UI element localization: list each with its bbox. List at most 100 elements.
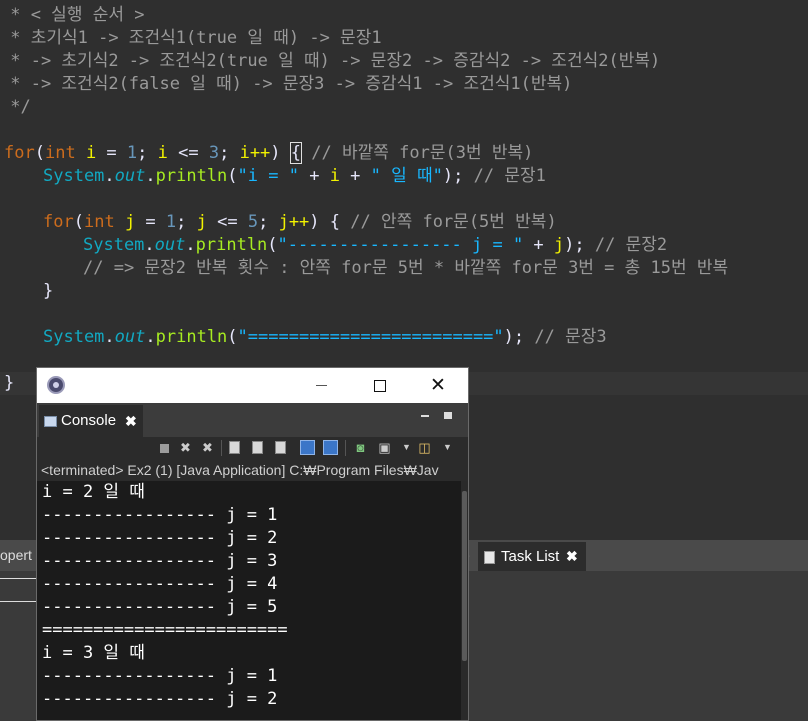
inline-comment: // 바깥쪽 for문(3번 반복): [301, 143, 534, 163]
plus-op: +: [523, 235, 554, 255]
paren: );: [564, 235, 585, 255]
tab-properties[interactable]: opert: [0, 540, 40, 571]
eclipse-app-icon: [47, 376, 65, 394]
display-console-icon[interactable]: ▣: [377, 440, 392, 455]
chevron-down-icon[interactable]: ▼: [440, 440, 455, 455]
scroll-lock-icon[interactable]: [252, 441, 263, 454]
inline-comment: // 문장3: [524, 327, 607, 347]
clear-console-icon[interactable]: [229, 441, 240, 454]
toolbar-separator: [345, 440, 346, 456]
output-line: ----------------- j = 1: [42, 505, 278, 525]
class-name: System: [83, 235, 145, 255]
assign-op: =: [135, 212, 166, 232]
close-icon[interactable]: ✖: [125, 405, 137, 437]
maximize-button[interactable]: [357, 368, 403, 403]
var-j: j: [196, 212, 207, 232]
number: 5: [247, 212, 259, 232]
class-name: System: [43, 327, 105, 347]
string-literal: "i = ": [237, 166, 299, 186]
tab-task-list[interactable]: Task List ✖: [478, 542, 586, 571]
output-line: ----------------- j = 5: [42, 597, 278, 617]
close-window-button[interactable]: ✕: [415, 368, 461, 403]
dot: .: [185, 235, 196, 255]
vertical-scrollbar[interactable]: [461, 481, 468, 720]
field-out: out: [114, 166, 146, 186]
remove-launch-icon[interactable]: ✖: [178, 440, 193, 455]
keyword-int: int: [83, 212, 115, 232]
close-icon[interactable]: ✖: [566, 542, 578, 571]
console-toolbar: ✖ ✖ ◙ ▣ ▼ ◫ ▼: [37, 437, 468, 459]
increment: j++: [278, 212, 310, 232]
terminate-icon[interactable]: [160, 444, 169, 453]
paren: (: [34, 143, 45, 163]
dot: .: [104, 327, 115, 347]
view-maximize-icon[interactable]: [444, 412, 452, 419]
increment: i++: [239, 143, 271, 163]
keyword-int: int: [44, 143, 76, 163]
paren: (: [73, 212, 84, 232]
divider: [0, 578, 38, 579]
console-window: ✕ Console ✖ ✖ ✖ ◙ ▣ ▼ ◫ ▼ <terminated> E…: [36, 367, 469, 721]
code-line-stmt2: System.out.println("----------------- j …: [83, 234, 667, 257]
comment-line: // => 문장2 반복 횟수 : 안쪽 for문 5번 * 바깥쪽 for문 …: [83, 258, 729, 278]
output-line: ========================: [42, 620, 288, 640]
semicolon: ;: [219, 143, 240, 163]
assign-op: =: [96, 143, 127, 163]
output-line: i = 3 일 때: [42, 643, 145, 663]
toolbar-separator: [221, 440, 222, 456]
dot: .: [145, 327, 156, 347]
number: 1: [165, 212, 177, 232]
show-on-stdout-icon[interactable]: [300, 440, 315, 455]
minimize-icon: [315, 385, 327, 387]
method-println: println: [195, 235, 268, 255]
tab-console[interactable]: Console ✖: [39, 405, 143, 437]
method-println: println: [155, 327, 228, 347]
view-tabrow: Console ✖: [37, 403, 468, 437]
maximize-icon: [374, 379, 386, 392]
closing-brace: }: [43, 281, 54, 301]
number: 3: [208, 143, 220, 163]
minimize-button[interactable]: [298, 368, 344, 403]
paren: (: [227, 327, 238, 347]
string-literal: "========================": [237, 327, 504, 347]
number: 1: [126, 143, 138, 163]
paren: (: [267, 235, 278, 255]
window-titlebar[interactable]: ✕: [37, 368, 468, 403]
inline-comment: // 안쪽 for문(5번 반복): [340, 212, 557, 232]
comment-line: */: [0, 97, 31, 117]
console-output[interactable]: i = 2 일 때 ----------------- j = 1 ------…: [37, 481, 462, 720]
output-line: ----------------- j = 4: [42, 574, 278, 594]
output-line: i = 2 일 때: [42, 482, 145, 502]
plus-op: +: [298, 166, 330, 186]
comment-line: * -> 초기식2 -> 조건식2(true 일 때) -> 문장2 -> 증감…: [0, 51, 661, 71]
paren: );: [442, 166, 464, 186]
keyword-for: for: [4, 143, 35, 163]
string-literal: " 일 때": [370, 166, 443, 186]
comment-line: * -> 조건식2(false 일 때) -> 문장3 -> 증감식1 -> 조…: [0, 74, 573, 94]
code-line-stmt1: System.out.println("i = " + i + " 일 때");…: [43, 165, 546, 188]
tab-label: Task List: [501, 548, 560, 565]
inline-comment: // 문장1: [463, 166, 546, 186]
chevron-down-icon[interactable]: ▼: [399, 440, 414, 455]
pin-console-icon[interactable]: ◙: [353, 440, 368, 455]
code-line-outer-for: for(int i = 1; i <= 3; i++) { // 바깥쪽 for…: [4, 142, 533, 165]
var-i: i: [85, 143, 97, 163]
field-out: out: [114, 327, 146, 347]
plus-op: +: [339, 166, 371, 186]
word-wrap-icon[interactable]: [275, 441, 286, 454]
output-line: ----------------- j = 3: [42, 551, 278, 571]
view-minimize-icon[interactable]: [421, 415, 429, 417]
var-j: j: [553, 235, 565, 255]
code-line-stmt3: System.out.println("====================…: [43, 326, 607, 349]
var-i: i: [157, 143, 168, 163]
paren: (: [227, 166, 238, 186]
scrollbar-thumb[interactable]: [462, 491, 467, 661]
task-list-icon: [484, 551, 495, 564]
var-j: j: [124, 212, 136, 232]
compare-op: <=: [206, 212, 248, 232]
field-out: out: [154, 235, 186, 255]
remove-all-icon[interactable]: ✖: [200, 440, 215, 455]
show-on-stderr-icon[interactable]: [323, 440, 338, 455]
open-console-icon[interactable]: ◫: [417, 440, 432, 455]
string-literal: "----------------- j = ": [277, 235, 524, 255]
